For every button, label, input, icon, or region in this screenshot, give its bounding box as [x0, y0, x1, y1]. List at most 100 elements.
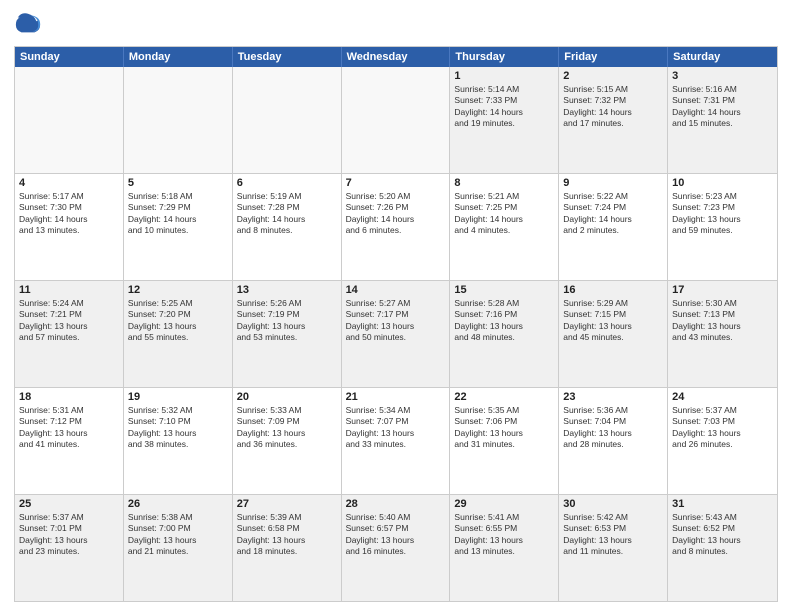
day-number: 31 [672, 498, 773, 510]
day-number: 24 [672, 391, 773, 403]
cal-cell [15, 67, 124, 173]
day-number: 11 [19, 284, 119, 296]
cal-cell [342, 67, 451, 173]
cal-week-1: 1Sunrise: 5:14 AM Sunset: 7:33 PM Daylig… [15, 67, 777, 173]
cal-cell: 21Sunrise: 5:34 AM Sunset: 7:07 PM Dayli… [342, 388, 451, 494]
day-info: Sunrise: 5:38 AM Sunset: 7:00 PM Dayligh… [128, 512, 228, 558]
day-info: Sunrise: 5:27 AM Sunset: 7:17 PM Dayligh… [346, 298, 446, 344]
day-number: 26 [128, 498, 228, 510]
day-info: Sunrise: 5:37 AM Sunset: 7:03 PM Dayligh… [672, 405, 773, 451]
day-number: 14 [346, 284, 446, 296]
cal-cell: 12 Sunrise: 5:25 AM Sunset: 7:20 PM Dayli… [124, 281, 233, 387]
cal-cell: 18Sunrise: 5:31 AM Sunset: 7:12 PM Dayli… [15, 388, 124, 494]
day-number: 15 [454, 284, 554, 296]
day-info: Sunrise: 5:20 AM Sunset: 7:26 PM Dayligh… [346, 191, 446, 237]
cal-header-tuesday: Tuesday [233, 47, 342, 67]
day-number: 19 [128, 391, 228, 403]
cal-cell: 20Sunrise: 5:33 AM Sunset: 7:09 PM Dayli… [233, 388, 342, 494]
day-number: 12 [128, 284, 228, 296]
day-number: 17 [672, 284, 773, 296]
day-info: Sunrise: 5:23 AM Sunset: 7:23 PM Dayligh… [672, 191, 773, 237]
cal-cell: 24 Sunrise: 5:37 AM Sunset: 7:03 PM Dayli… [668, 388, 777, 494]
day-info: Sunrise: 5:21 AM Sunset: 7:25 PM Dayligh… [454, 191, 554, 237]
day-info: Sunrise: 5:35 AM Sunset: 7:06 PM Dayligh… [454, 405, 554, 451]
logo-icon [14, 10, 42, 38]
day-number: 2 [563, 70, 663, 82]
day-number: 13 [237, 284, 337, 296]
day-info: Sunrise: 5:32 AM Sunset: 7:10 PM Dayligh… [128, 405, 228, 451]
cal-cell: 1Sunrise: 5:14 AM Sunset: 7:33 PM Daylig… [450, 67, 559, 173]
day-info: Sunrise: 5:40 AM Sunset: 6:57 PM Dayligh… [346, 512, 446, 558]
page: SundayMondayTuesdayWednesdayThursdayFrid… [0, 0, 792, 612]
calendar: SundayMondayTuesdayWednesdayThursdayFrid… [14, 46, 778, 602]
cal-cell: 19 Sunrise: 5:32 AM Sunset: 7:10 PM Dayli… [124, 388, 233, 494]
cal-header-thursday: Thursday [450, 47, 559, 67]
day-number: 6 [237, 177, 337, 189]
cal-cell: 31 Sunrise: 5:43 AM Sunset: 6:52 PM Dayli… [668, 495, 777, 601]
logo [14, 10, 46, 38]
cal-header-friday: Friday [559, 47, 668, 67]
cal-cell: 25 Sunrise: 5:37 AM Sunset: 7:01 PM Dayli… [15, 495, 124, 601]
cal-cell: 30Sunrise: 5:42 AM Sunset: 6:53 PM Dayli… [559, 495, 668, 601]
day-info: Sunrise: 5:41 AM Sunset: 6:55 PM Dayligh… [454, 512, 554, 558]
day-number: 9 [563, 177, 663, 189]
cal-cell: 5 Sunrise: 5:18 AM Sunset: 7:29 PM Daylig… [124, 174, 233, 280]
day-info: Sunrise: 5:37 AM Sunset: 7:01 PM Dayligh… [19, 512, 119, 558]
cal-cell: 8 Sunrise: 5:21 AM Sunset: 7:25 PM Daylig… [450, 174, 559, 280]
day-info: Sunrise: 5:42 AM Sunset: 6:53 PM Dayligh… [563, 512, 663, 558]
day-number: 8 [454, 177, 554, 189]
cal-week-4: 18Sunrise: 5:31 AM Sunset: 7:12 PM Dayli… [15, 387, 777, 494]
day-number: 18 [19, 391, 119, 403]
day-info: Sunrise: 5:28 AM Sunset: 7:16 PM Dayligh… [454, 298, 554, 344]
cal-cell: 10 Sunrise: 5:23 AM Sunset: 7:23 PM Dayli… [668, 174, 777, 280]
cal-cell: 11 Sunrise: 5:24 AM Sunset: 7:21 PM Dayli… [15, 281, 124, 387]
day-info: Sunrise: 5:43 AM Sunset: 6:52 PM Dayligh… [672, 512, 773, 558]
cal-header-wednesday: Wednesday [342, 47, 451, 67]
day-info: Sunrise: 5:24 AM Sunset: 7:21 PM Dayligh… [19, 298, 119, 344]
day-number: 7 [346, 177, 446, 189]
cal-cell: 6 Sunrise: 5:19 AM Sunset: 7:28 PM Daylig… [233, 174, 342, 280]
day-number: 16 [563, 284, 663, 296]
cal-cell: 23Sunrise: 5:36 AM Sunset: 7:04 PM Dayli… [559, 388, 668, 494]
cal-cell: 26 Sunrise: 5:38 AM Sunset: 7:00 PM Dayli… [124, 495, 233, 601]
day-info: Sunrise: 5:25 AM Sunset: 7:20 PM Dayligh… [128, 298, 228, 344]
day-number: 25 [19, 498, 119, 510]
header [14, 10, 778, 38]
cal-cell: 14 Sunrise: 5:27 AM Sunset: 7:17 PM Dayli… [342, 281, 451, 387]
day-number: 27 [237, 498, 337, 510]
day-info: Sunrise: 5:30 AM Sunset: 7:13 PM Dayligh… [672, 298, 773, 344]
calendar-header: SundayMondayTuesdayWednesdayThursdayFrid… [15, 47, 777, 67]
day-info: Sunrise: 5:16 AM Sunset: 7:31 PM Dayligh… [672, 84, 773, 130]
cal-cell: 28 Sunrise: 5:40 AM Sunset: 6:57 PM Dayli… [342, 495, 451, 601]
cal-cell: 13 Sunrise: 5:26 AM Sunset: 7:19 PM Dayli… [233, 281, 342, 387]
day-number: 1 [454, 70, 554, 82]
day-info: Sunrise: 5:39 AM Sunset: 6:58 PM Dayligh… [237, 512, 337, 558]
day-number: 5 [128, 177, 228, 189]
cal-week-5: 25 Sunrise: 5:37 AM Sunset: 7:01 PM Dayli… [15, 494, 777, 601]
day-info: Sunrise: 5:17 AM Sunset: 7:30 PM Dayligh… [19, 191, 119, 237]
day-number: 3 [672, 70, 773, 82]
cal-cell: 3 Sunrise: 5:16 AM Sunset: 7:31 PM Daylig… [668, 67, 777, 173]
cal-cell: 7 Sunrise: 5:20 AM Sunset: 7:26 PM Daylig… [342, 174, 451, 280]
cal-cell: 17 Sunrise: 5:30 AM Sunset: 7:13 PM Dayli… [668, 281, 777, 387]
day-info: Sunrise: 5:19 AM Sunset: 7:28 PM Dayligh… [237, 191, 337, 237]
day-number: 20 [237, 391, 337, 403]
day-number: 21 [346, 391, 446, 403]
cal-cell [233, 67, 342, 173]
cal-cell: 15 Sunrise: 5:28 AM Sunset: 7:16 PM Dayli… [450, 281, 559, 387]
cal-cell [124, 67, 233, 173]
day-info: Sunrise: 5:22 AM Sunset: 7:24 PM Dayligh… [563, 191, 663, 237]
calendar-body: 1Sunrise: 5:14 AM Sunset: 7:33 PM Daylig… [15, 67, 777, 601]
cal-cell: 2 Sunrise: 5:15 AM Sunset: 7:32 PM Daylig… [559, 67, 668, 173]
day-info: Sunrise: 5:36 AM Sunset: 7:04 PM Dayligh… [563, 405, 663, 451]
cal-cell: 29 Sunrise: 5:41 AM Sunset: 6:55 PM Dayli… [450, 495, 559, 601]
day-number: 29 [454, 498, 554, 510]
day-info: Sunrise: 5:29 AM Sunset: 7:15 PM Dayligh… [563, 298, 663, 344]
day-info: Sunrise: 5:18 AM Sunset: 7:29 PM Dayligh… [128, 191, 228, 237]
day-number: 28 [346, 498, 446, 510]
day-number: 10 [672, 177, 773, 189]
day-number: 4 [19, 177, 119, 189]
cal-week-3: 11 Sunrise: 5:24 AM Sunset: 7:21 PM Dayli… [15, 280, 777, 387]
day-info: Sunrise: 5:26 AM Sunset: 7:19 PM Dayligh… [237, 298, 337, 344]
day-info: Sunrise: 5:15 AM Sunset: 7:32 PM Dayligh… [563, 84, 663, 130]
